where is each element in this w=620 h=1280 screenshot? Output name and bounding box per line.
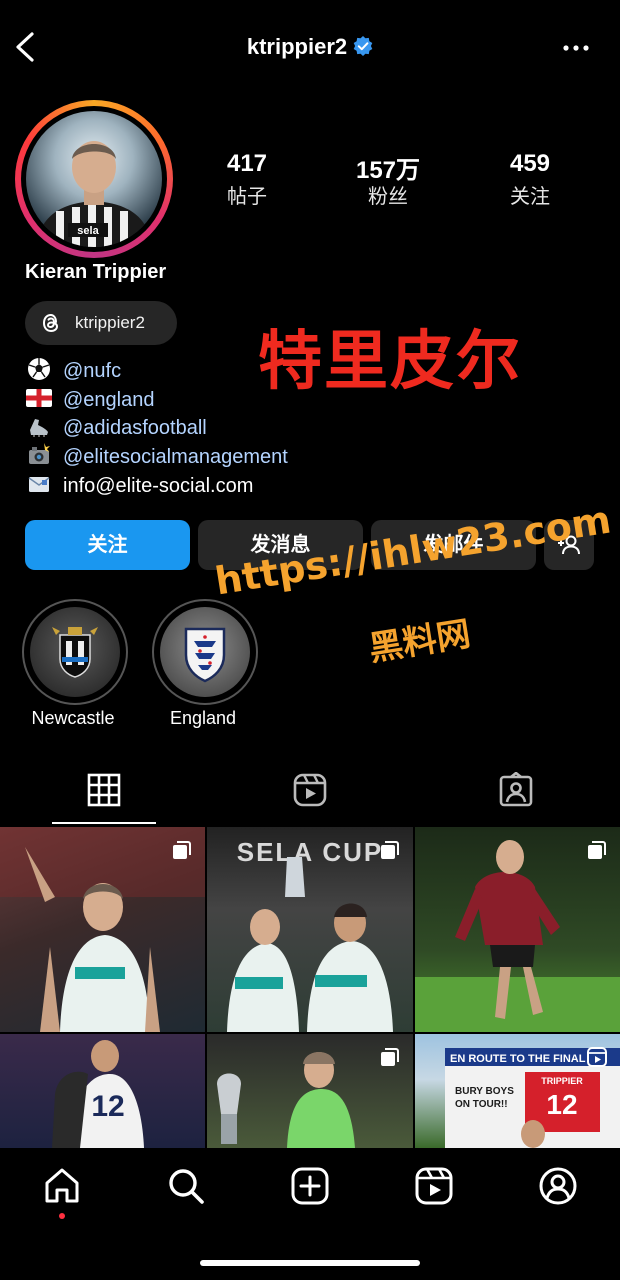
highlight-label-newcastle: Newcastle (31, 708, 115, 728)
grid-post-1[interactable] (0, 827, 205, 1032)
svg-text:EN ROUTE TO THE FINAL: EN ROUTE TO THE FINAL (450, 1053, 586, 1065)
threads-link-button[interactable]: ktrippier2 (25, 301, 177, 345)
svg-text:SELA CUP: SELA CUP (237, 837, 384, 867)
home-icon[interactable] (42, 1166, 82, 1206)
follow-button[interactable]: 关注 (25, 520, 190, 570)
england-crest-icon (160, 607, 250, 697)
more-options-icon[interactable] (560, 38, 592, 58)
camera-flash-icon (29, 443, 50, 464)
svg-text:BURY BOYS: BURY BOYS (455, 1086, 514, 1097)
posts-label[interactable]: 帖子 (192, 180, 302, 209)
following-count[interactable]: 459 (475, 150, 585, 178)
activity-dot (59, 1213, 65, 1219)
tagged-tab-icon[interactable] (498, 772, 534, 808)
avatar-photo: sela (26, 111, 162, 247)
profile-name: Kieran Trippier (25, 261, 167, 283)
newcastle-crest-icon (30, 607, 120, 697)
email-icon (28, 477, 50, 492)
reel-icon (587, 1047, 607, 1067)
following-label[interactable]: 关注 (475, 180, 585, 209)
bio-line-england[interactable]: @england (25, 386, 154, 414)
bio-line-email[interactable]: info@elite-social.com (25, 472, 253, 500)
followers-label[interactable]: 粉丝 (333, 180, 443, 209)
bio-link-nufc[interactable]: @nufc (63, 360, 121, 382)
jersey-number: 12 (91, 1090, 124, 1123)
bio-email-text[interactable]: info@elite-social.com (63, 475, 253, 497)
grid-post-4[interactable]: 12 (0, 1034, 205, 1148)
bio-link-england[interactable]: @england (63, 389, 154, 411)
carousel-icon (381, 841, 399, 859)
profile-username-header: ktrippier2 (0, 34, 620, 60)
grid-post-3[interactable] (415, 827, 620, 1032)
highlight-label-england: England (169, 708, 237, 728)
bio-link-adidasfootball[interactable]: @adidasfootball (63, 417, 207, 439)
bio-line-elite[interactable]: @elitesocialmanagement (25, 443, 288, 471)
highlight-england[interactable] (152, 599, 258, 705)
carousel-icon (173, 841, 191, 859)
threads-icon (42, 313, 59, 333)
reels-tab-icon[interactable] (292, 772, 328, 808)
england-flag-icon (26, 389, 52, 407)
carousel-icon (588, 841, 606, 859)
active-tab-indicator (52, 822, 156, 824)
svg-text:sela: sela (77, 225, 99, 237)
grid-tab-icon[interactable] (86, 772, 122, 808)
svg-text:12: 12 (546, 1089, 577, 1120)
grid-post-2[interactable]: SELA CUP (207, 827, 413, 1032)
create-post-icon[interactable] (290, 1166, 330, 1206)
football-boot-icon (30, 419, 48, 437)
carousel-icon (381, 1048, 399, 1066)
watermark-site-name: 黑料网 (366, 613, 474, 670)
profile-avatar[interactable]: sela (15, 100, 173, 258)
watermark-url: https://ihlw23.com (212, 497, 614, 604)
home-indicator (200, 1260, 420, 1266)
reels-icon[interactable] (414, 1166, 454, 1206)
threads-handle: ktrippier2 (75, 313, 145, 332)
bio-line-adidas[interactable]: @adidasfootball (25, 414, 207, 442)
verified-badge-icon (353, 36, 373, 56)
bio-link-elitesocialmanagement[interactable]: @elitesocialmanagement (63, 446, 288, 468)
svg-text:TRIPPIER: TRIPPIER (541, 1076, 583, 1086)
posts-count[interactable]: 417 (192, 150, 302, 178)
search-icon[interactable] (166, 1166, 206, 1206)
grid-post-5[interactable] (207, 1034, 413, 1148)
profile-icon[interactable] (538, 1166, 578, 1206)
bio-line-nufc[interactable]: @nufc (25, 357, 121, 385)
highlight-newcastle[interactable] (22, 599, 128, 705)
soccer-ball-icon (28, 358, 50, 380)
watermark-chinese-name: 特里皮尔 (258, 325, 522, 399)
username-text: ktrippier2 (246, 34, 348, 59)
svg-text:ON TOUR!!: ON TOUR!! (455, 1099, 508, 1110)
grid-post-6[interactable]: EN ROUTE TO THE FINAL BURY BOYS ON TOUR!… (415, 1034, 620, 1148)
